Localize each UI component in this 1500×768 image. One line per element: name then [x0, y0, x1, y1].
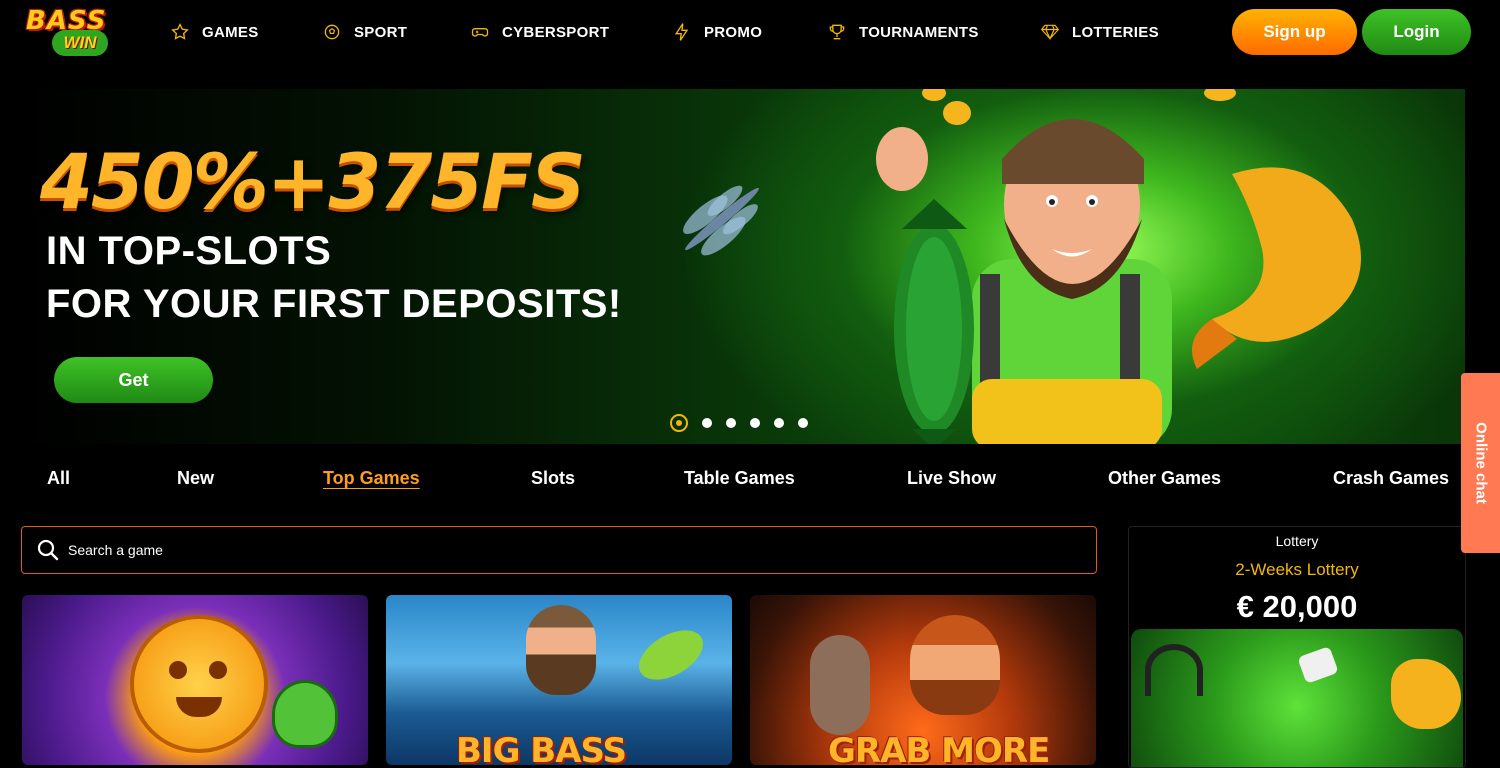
carousel-dot[interactable] [702, 418, 712, 428]
nav-lotteries[interactable]: LOTTERIES [1040, 20, 1159, 44]
green-skull-illustration [272, 680, 338, 748]
carousel-dot[interactable] [750, 418, 760, 428]
nav-tournaments[interactable]: TOURNAMENTS [827, 20, 979, 44]
search-input[interactable] [66, 541, 970, 559]
online-chat-button[interactable]: Online chat [1461, 373, 1500, 553]
game-search-box[interactable] [21, 526, 1097, 574]
search-icon [37, 539, 59, 561]
nav-sport-label: SPORT [354, 23, 408, 41]
green-fish-illustration [894, 199, 974, 444]
nav-promo-label: PROMO [704, 23, 763, 41]
bonus-subline-2: FOR YOUR FIRST DEPOSITS! [46, 282, 622, 326]
dragonfly-illustration [683, 185, 759, 256]
nav-promo[interactable]: PROMO [672, 20, 762, 44]
trophy-icon [829, 24, 845, 40]
nav-cybersport-label: CYBERSPORT [502, 23, 610, 41]
soccer-ball-icon [324, 24, 340, 40]
tab-crash-games[interactable]: Crash Games [1333, 468, 1449, 489]
nav-games-label: GAMES [202, 23, 259, 41]
lottery-prizes-image [1131, 629, 1463, 767]
logo-text-bottom: WIN [52, 30, 108, 56]
tab-live-show[interactable]: Live Show [907, 468, 996, 489]
signup-button[interactable]: Sign up [1232, 9, 1357, 55]
golden-fish-illustration [1391, 659, 1461, 729]
aztec-sun-illustration [130, 615, 268, 753]
carousel-dot[interactable] [726, 418, 736, 428]
bonus-headline: 450%+375FS [40, 137, 586, 226]
diamond-icon [1040, 24, 1060, 41]
nav-tournaments-label: TOURNAMENTS [859, 23, 979, 41]
carousel-dots [670, 412, 808, 434]
game-tile[interactable] [22, 595, 368, 765]
tab-slots[interactable]: Slots [531, 468, 575, 489]
login-button[interactable]: Login [1362, 9, 1471, 55]
pirate-illustration [910, 615, 1000, 715]
headset-icon [1145, 644, 1203, 696]
promo-banner[interactable]: 450%+375FS IN TOP-SLOTS FOR YOUR FIRST D… [22, 89, 1465, 444]
nav-lotteries-label: LOTTERIES [1072, 23, 1159, 41]
nav-sport[interactable]: SPORT [322, 20, 407, 44]
donkey-illustration [810, 635, 870, 735]
game-logo-text: BIG BASS [456, 731, 627, 765]
fish-illustration [630, 620, 712, 690]
tab-all[interactable]: All [47, 468, 70, 489]
nav-games[interactable]: GAMES [170, 20, 259, 44]
speaker-icon [1297, 646, 1339, 684]
lottery-name[interactable]: 2-Weeks Lottery [1129, 560, 1465, 580]
bass-win-logo[interactable]: BASS WIN [24, 6, 136, 56]
nav-cybersport[interactable]: CYBERSPORT [470, 20, 609, 44]
carousel-dot[interactable] [798, 418, 808, 428]
top-header: BASS WIN GAMES SPORT CYBERSPORT PROMO TO… [0, 0, 1500, 64]
game-tile[interactable]: BIG BASS [386, 595, 732, 765]
lottery-widget[interactable]: Lottery 2-Weeks Lottery € 20,000 [1128, 526, 1466, 768]
bonus-subline-1: IN TOP-SLOTS [46, 229, 332, 273]
carousel-dot[interactable] [774, 418, 784, 428]
game-tile[interactable]: GRAB MORE [750, 595, 1096, 765]
lottery-label: Lottery [1275, 533, 1319, 549]
fisherman-illustration [526, 605, 596, 695]
golden-fish-illustration [1192, 167, 1361, 369]
get-bonus-button[interactable]: Get [54, 357, 213, 403]
game-logo-text: GRAB MORE [828, 731, 1050, 765]
tab-table-games[interactable]: Table Games [684, 468, 795, 489]
lottery-prize-amount: € 20,000 [1236, 589, 1358, 624]
lightning-icon [674, 23, 689, 41]
tab-top-games[interactable]: Top Games [323, 468, 420, 489]
online-chat-label: Online chat [1472, 422, 1489, 504]
gamepad-icon [471, 28, 489, 37]
carousel-dot[interactable] [670, 414, 688, 432]
star-icon [171, 22, 189, 40]
tab-new[interactable]: New [177, 468, 214, 489]
tab-other-games[interactable]: Other Games [1108, 468, 1221, 489]
